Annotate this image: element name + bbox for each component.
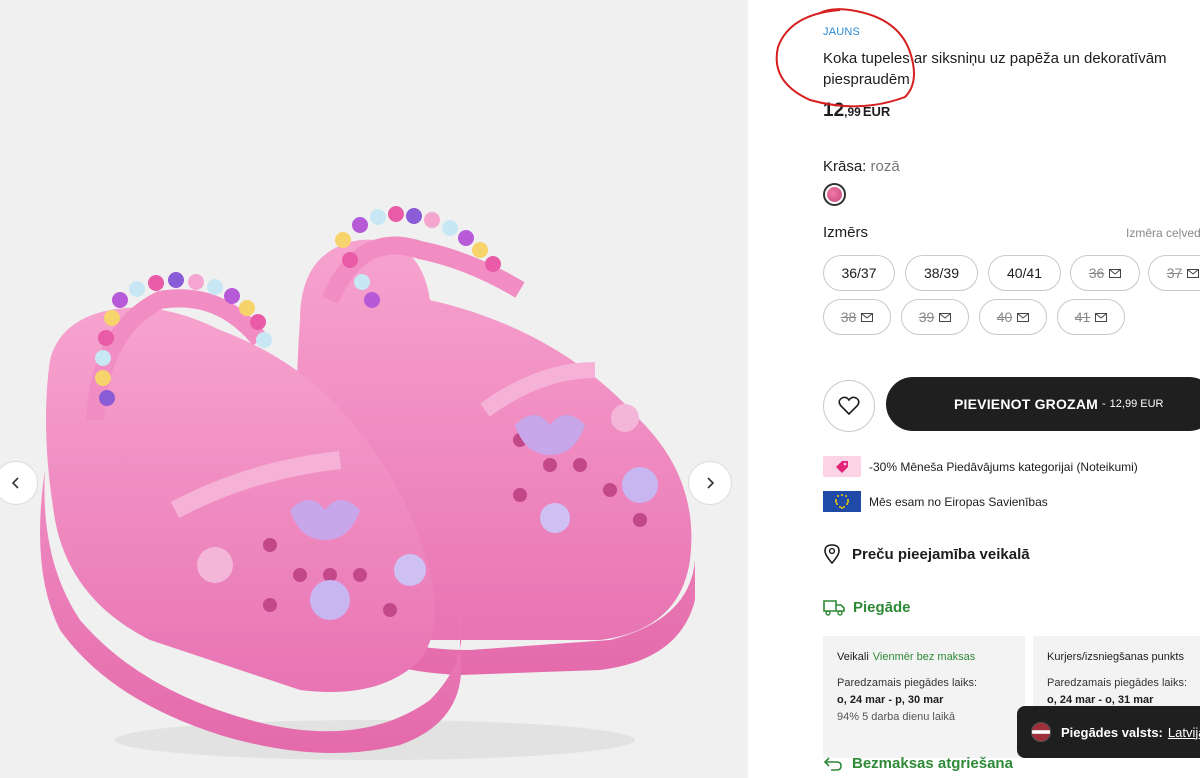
free-returns-heading[interactable]: Bezmaksas atgriešana: [823, 755, 1013, 772]
eu-text: Mēs esam no Eiropas Savienības: [869, 494, 1048, 509]
delivery-option-stores: Veikali Vienmēr bez maksas Paredzamais pi…: [823, 636, 1025, 758]
return-arrow-icon: [823, 756, 842, 771]
delivery-title: Piegāde: [853, 598, 911, 616]
promo-text: -30% Mēneša Piedāvājums kategorijai (Not…: [869, 459, 1138, 474]
delivery-option-name: Veikali: [837, 651, 869, 663]
location-pin-icon: [824, 544, 840, 564]
envelope-icon: [1187, 268, 1200, 278]
envelope-icon: [939, 312, 952, 322]
size-option-41[interactable]: 41: [1057, 299, 1125, 335]
estimate-dates: o, 24 mar - p, 30 mar: [837, 694, 944, 706]
delivery-option-name: Kurjers/izsniegšanas punkts: [1047, 651, 1184, 663]
color-value: rozā: [870, 158, 900, 175]
estimate-label: Paredzamais piegādes laiks:: [837, 677, 978, 689]
add-to-cart-label: PIEVIENOT GROZAM: [954, 396, 1098, 412]
color-label: Krāsa: rozā: [823, 158, 900, 175]
size-option-label: 37: [1166, 265, 1183, 281]
add-to-cart-separator: -: [1102, 398, 1106, 410]
gallery-next-button[interactable]: [688, 461, 732, 505]
envelope-icon: [1017, 312, 1030, 322]
promo-row[interactable]: -30% Mēneša Piedāvājums kategorijai (Not…: [823, 456, 1138, 477]
product-price: 12,99 EUR: [823, 100, 890, 122]
promo-tag-icon: [823, 456, 861, 477]
size-option-40-41[interactable]: 40/41: [988, 255, 1061, 291]
size-option-label: 41: [1074, 309, 1091, 325]
size-label: Izmērs: [823, 224, 868, 241]
size-option-label: 39: [918, 309, 935, 325]
size-option-label: 36: [1088, 265, 1105, 281]
add-to-cart-price: 12,99 EUR: [1109, 398, 1164, 410]
size-guide-link[interactable]: Izmēra ceļvedis: [1126, 226, 1200, 240]
envelope-icon: [861, 312, 874, 322]
product-title: Koka tupeles ar siksniņu uz papēža un de…: [823, 50, 1167, 88]
product-panel: JAUNS Koka tupeles ar siksniņu uz papēža…: [748, 0, 1200, 778]
size-option-label: 40/41: [1006, 265, 1043, 281]
add-to-cart-button[interactable]: PIEVIENOT GROZAM - 12,99 EUR: [886, 377, 1200, 431]
truck-icon: [823, 600, 845, 616]
availability-text: Preču pieejamība veikalā: [852, 545, 1030, 563]
delivery-country-selector[interactable]: Piegādes valsts: Latvija: [1017, 706, 1200, 758]
returns-text: Bezmaksas atgriešana: [852, 755, 1013, 772]
color-label-text: Krāsa:: [823, 158, 867, 175]
delivery-option-header: Veikali Vienmēr bez maksas: [837, 649, 1011, 666]
country-label: Piegādes valsts:: [1061, 724, 1163, 740]
size-option-label: 40: [996, 309, 1013, 325]
size-option-label: 36/37: [841, 265, 877, 281]
eu-row: Mēs esam no Eiropas Savienības: [823, 491, 1048, 512]
estimate-label: Paredzamais piegādes laiks:: [1047, 677, 1188, 689]
size-option-38[interactable]: 38: [823, 299, 891, 335]
eu-flag-icon: [823, 491, 861, 512]
heart-icon: [838, 396, 860, 416]
product-image: [40, 206, 695, 760]
price-currency: EUR: [862, 104, 891, 119]
size-option-39[interactable]: 39: [901, 299, 969, 335]
size-option-label: 38: [840, 309, 857, 325]
size-option-40[interactable]: 40: [979, 299, 1047, 335]
size-option-38-39[interactable]: 38/39: [905, 255, 978, 291]
estimate-note: 94% 5 darba dienu laikā: [837, 711, 956, 723]
color-swatch-pink[interactable]: [823, 183, 846, 206]
latvia-flag-icon: [1031, 722, 1051, 742]
price-integer: 12: [823, 100, 845, 121]
chevron-right-icon: [707, 477, 715, 489]
chevron-left-icon: [11, 477, 19, 489]
size-option-label: 38/39: [923, 265, 960, 281]
size-option-36-37[interactable]: 36/37: [823, 255, 895, 291]
size-option-36[interactable]: 36: [1070, 255, 1140, 291]
free-badge: Vienmēr bez maksas: [872, 651, 976, 663]
wishlist-button[interactable]: [823, 380, 875, 432]
store-availability-link[interactable]: Preču pieejamība veikalā: [823, 544, 1030, 564]
envelope-icon: [1109, 268, 1122, 278]
delivery-option-header: Kurjers/izsniegšanas punkts: [1047, 649, 1200, 666]
new-badge: JAUNS: [823, 26, 861, 38]
price-decimal: ,99: [844, 105, 861, 119]
delivery-heading: Piegāde: [823, 598, 911, 616]
swatch-fill: [827, 187, 842, 202]
size-option-37[interactable]: 37: [1148, 255, 1200, 291]
envelope-icon: [1095, 312, 1108, 322]
product-gallery: [0, 0, 748, 778]
country-value: Latvija: [1167, 724, 1200, 740]
